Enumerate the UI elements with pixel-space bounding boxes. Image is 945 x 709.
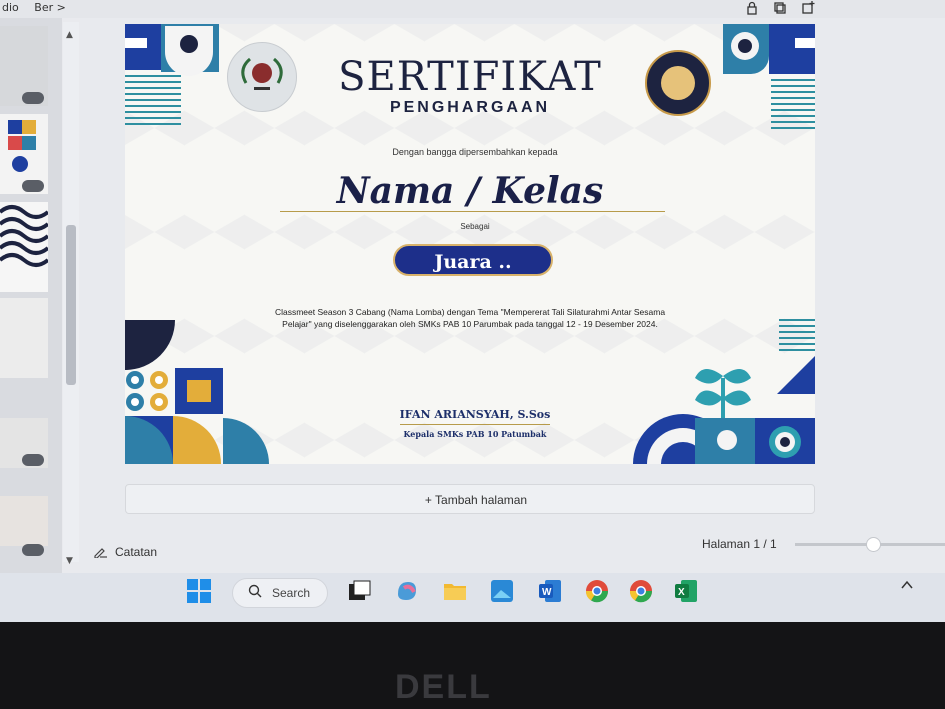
word-icon[interactable]: W (537, 578, 563, 604)
breadcrumb-item-studio[interactable]: dio (2, 1, 19, 14)
crown-badge-icon (22, 454, 44, 466)
page-indicator[interactable]: Halaman 1 / 1 (702, 537, 777, 551)
svg-text:X: X (678, 587, 685, 598)
corner-decoration-bottom-right (633, 319, 815, 464)
crown-badge-icon (22, 180, 44, 192)
crown-badge-icon (22, 544, 44, 556)
signer-name: IFAN ARIANSYAH, S.Sos (399, 408, 551, 421)
screen: dio Ber > ▲ ▼ SERTIFIKAT PENGHARGAAN Den… (0, 0, 945, 622)
add-page-button[interactable]: + Tambah halaman (125, 484, 815, 514)
svg-text:W: W (542, 587, 552, 598)
scroll-up-icon[interactable]: ▲ (66, 30, 73, 40)
crown-badge-icon (22, 92, 44, 104)
breadcrumb-item-beranda[interactable]: Ber > (34, 1, 66, 14)
duplicate-page-icon[interactable] (773, 1, 787, 15)
certificate-subtitle: PENGHARGAAN (389, 99, 551, 116)
description-line: Pelajar" yang diselenggarakan oleh SMKs … (282, 319, 658, 329)
photos-app-icon[interactable] (489, 578, 515, 604)
juara-badge[interactable]: Juara .. (393, 244, 553, 276)
add-page-icon[interactable] (801, 1, 815, 15)
file-explorer-icon[interactable] (442, 578, 468, 604)
sebagai-label: Sebagai (460, 222, 490, 231)
top-bar: dio Ber > (0, 0, 945, 18)
search-placeholder: Search (272, 586, 311, 600)
search-icon (248, 584, 262, 598)
chrome-profile-icon[interactable] (628, 578, 654, 604)
template-thumbnail[interactable] (0, 298, 48, 378)
certificate-intro: Dengan bangga dipersembahkan kepada (392, 147, 558, 157)
copilot-icon[interactable] (394, 578, 420, 604)
excel-icon[interactable]: X (673, 578, 699, 604)
certificate-page[interactable]: SERTIFIKAT PENGHARGAAN Dengan bangga dip… (125, 24, 815, 464)
top-icons (745, 1, 815, 15)
juara-label: Juara .. (434, 251, 512, 273)
template-thumbnail[interactable] (0, 496, 48, 546)
name-underline (280, 211, 665, 212)
signer-underline (400, 424, 550, 425)
tray-chevron-up-icon[interactable] (900, 578, 914, 596)
description-line: Classmeet Season 3 Cabang (Nama Lomba) d… (274, 307, 666, 317)
task-view-icon[interactable] (346, 578, 372, 604)
zoom-slider-thumb[interactable] (866, 537, 881, 552)
notes-button[interactable]: Catatan (115, 545, 157, 559)
certificate-title: SERTIFIKAT (338, 54, 602, 100)
dell-logo: DELL (395, 668, 492, 706)
certificate-description: Classmeet Season 3 Cabang (Nama Lomba) d… (235, 306, 705, 330)
chrome-icon[interactable] (584, 578, 610, 604)
scroll-down-icon[interactable]: ▼ (66, 556, 73, 566)
template-panel (0, 18, 62, 573)
add-page-label: + Tambah halaman (424, 493, 528, 507)
breadcrumb: dio Ber > (0, 0, 78, 18)
template-thumbnail[interactable] (0, 202, 50, 292)
signer-role: Kepala SMKs PAB 10 Patumbak (403, 429, 547, 439)
panel-scrollbar-thumb[interactable] (66, 225, 76, 385)
taskbar (0, 573, 945, 622)
windows-start-icon[interactable] (186, 578, 212, 604)
corner-decoration-bottom-left (125, 320, 269, 464)
notes-icon[interactable] (94, 546, 108, 559)
lock-icon[interactable] (745, 1, 759, 15)
recipient-name[interactable]: Nama / Kelas (125, 170, 815, 212)
